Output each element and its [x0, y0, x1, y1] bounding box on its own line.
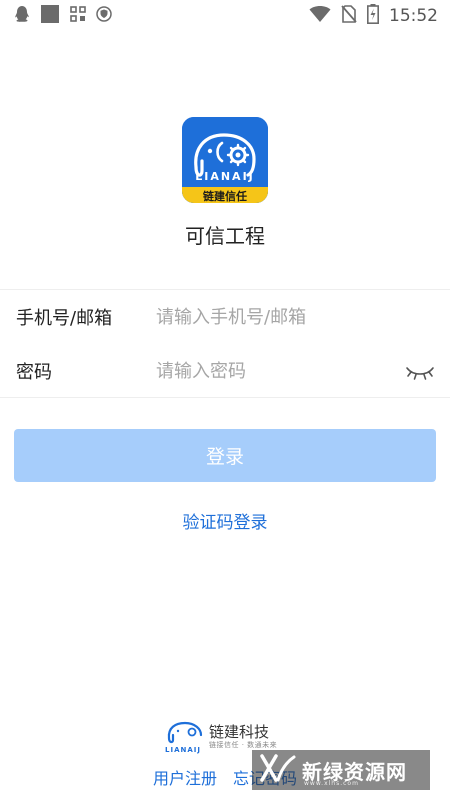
- app-name: 可信工程: [185, 224, 265, 248]
- status-time: 15:52: [389, 6, 438, 26]
- app-logo: LIANAIJ 链建信任: [182, 117, 268, 203]
- company-logo: LIANAIJ 链建科技 链接信任 · 数通未来: [165, 720, 277, 754]
- sms-login-link[interactable]: 验证码登录: [0, 508, 450, 533]
- battery-charging-icon: [367, 4, 379, 28]
- square-icon: [40, 4, 60, 28]
- footer-logo-text: LIANAIJ: [165, 746, 201, 754]
- watermark-logo-icon: [260, 753, 296, 787]
- login-button[interactable]: 登录: [14, 429, 436, 482]
- watermark: 新绿资源网 www.xlhs.com: [252, 750, 430, 790]
- watermark-sub: www.xlhs.com: [304, 780, 359, 787]
- status-bar-right: 15:52: [309, 4, 438, 28]
- shield-icon: [96, 6, 112, 26]
- logo-text: LIANAIJ: [195, 170, 255, 183]
- logo-tag: 链建信任: [203, 190, 247, 203]
- eye-closed-icon[interactable]: [404, 359, 436, 383]
- divider-bottom: [0, 397, 450, 398]
- status-bar-left: [14, 4, 112, 28]
- phone-input[interactable]: [156, 297, 396, 337]
- phone-row: 手机号/邮箱: [0, 290, 450, 344]
- password-input[interactable]: [156, 351, 396, 391]
- password-label: 密码: [16, 362, 52, 383]
- grid-icon: [70, 6, 86, 26]
- login-screen: 15:52 LIANAIJ 链建信任 可信工程 手机号/邮箱 密码: [0, 0, 450, 800]
- elephant-logo-icon: LIANAIJ: [165, 720, 205, 754]
- company-slogan: 链接信任 · 数通未来: [209, 741, 278, 749]
- wifi-icon: [309, 5, 331, 27]
- password-row: 密码: [0, 344, 450, 398]
- status-bar: 15:52: [0, 0, 450, 32]
- no-sim-icon: [341, 5, 357, 27]
- register-link[interactable]: 用户注册: [153, 765, 217, 789]
- company-name: 链建科技: [209, 723, 270, 741]
- qq-icon: [14, 5, 30, 27]
- phone-label: 手机号/邮箱: [16, 308, 113, 329]
- company-text: 链建科技 链接信任 · 数通未来: [209, 724, 277, 750]
